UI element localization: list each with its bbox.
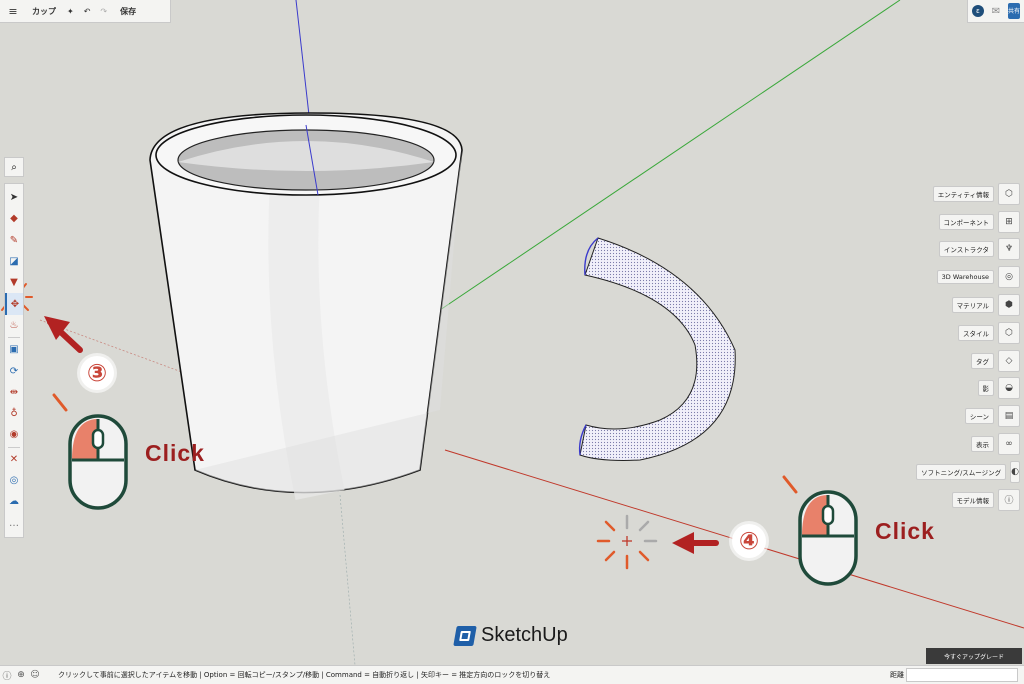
top-right-bar: ε ✉ 共有 (967, 0, 1024, 23)
panel-label-soften: ソフトニング/スムージング (916, 463, 1007, 480)
panel-label-tags: タグ (971, 352, 994, 369)
panel-label-materials: マテリアル (951, 297, 994, 314)
section-icon[interactable]: ◉ (5, 424, 23, 445)
scenes-icon[interactable]: ▤ (998, 405, 1020, 428)
more-icon[interactable]: … (5, 512, 23, 533)
cup-handle[interactable] (579, 237, 736, 461)
search-icon[interactable]: ⌕ (4, 157, 24, 177)
click-label-right: Click (875, 518, 935, 544)
top-toolbar: ≡ カップ ✦ ↶ ↷ 保存 (0, 0, 171, 23)
left-toolbar: ➤ ◆ ✎ ◪ ▼ ✥ ♨ ▣ ⟳ ⇹ ♁ ◉ ✕ ◎ ☁ … (4, 183, 24, 538)
instructor-icon[interactable]: ♆ (998, 238, 1020, 261)
save-button[interactable]: 保存 (112, 0, 144, 22)
zoom-icon[interactable]: ☁ (5, 491, 23, 512)
soften-icon[interactable]: ◐ (1010, 460, 1020, 483)
panel-label-entity-info: エンティティ情報 (932, 185, 994, 202)
materials-icon[interactable]: ⬢ (998, 294, 1020, 317)
move-cursor-burst-right (596, 514, 658, 570)
move-icon[interactable]: ✥ (5, 293, 23, 315)
upgrade-button[interactable]: 今すぐアップグレード (926, 648, 1022, 664)
select-icon[interactable]: ➤ (5, 187, 23, 208)
entity-info-icon[interactable]: ⬡ (998, 182, 1020, 205)
user-icon[interactable]: ☺ (28, 670, 42, 680)
panel-label-components: コンポーネント (938, 213, 994, 230)
mouse-icon-left (52, 393, 128, 510)
avatar[interactable]: ε (971, 5, 984, 17)
distance-input[interactable] (906, 668, 1018, 682)
status-message: クリックして事前に選択したアイテムを移動 | Option = 回転コピー/スタ… (58, 671, 551, 679)
paint-icon[interactable]: ▼ (5, 272, 23, 293)
status-bar: ⓘ ⊕ ☺ クリックして事前に選択したアイテムを移動 | Option = 回転… (0, 665, 1024, 684)
globe-icon[interactable]: ⊕ (14, 670, 28, 680)
hamburger-menu-icon[interactable]: ≡ (0, 0, 26, 22)
pan-icon[interactable]: ◎ (5, 470, 23, 491)
undo-icon[interactable]: ↶ (79, 0, 96, 22)
offset-icon[interactable]: ▣ (5, 339, 23, 360)
eraser-icon[interactable]: ◆ (5, 208, 23, 229)
rotate-icon[interactable]: ⟳ (5, 360, 23, 381)
green-axis-negative (339, 494, 356, 665)
panel-label-scenes: シーン (964, 408, 994, 425)
panel-label-styles: スタイル (958, 324, 994, 341)
redo-icon[interactable]: ↷ (95, 0, 112, 22)
styles-icon[interactable]: ⬡ (998, 321, 1020, 344)
sketchup-logo: SketchUp (453, 624, 568, 647)
scale-icon[interactable]: ⇹ (5, 382, 23, 403)
right-panel: エンティティ情報 ⬡ コンポーネント ⊞ インストラクタ ♆ 3D Warehouse… (916, 180, 1020, 514)
step4-badge: ④ (732, 524, 766, 558)
distance-label: 距離 (890, 671, 904, 679)
push-pull-icon[interactable]: ♨ (5, 315, 23, 336)
panel-label-shadows: 影 (977, 380, 994, 397)
brand-name: SketchUp (481, 624, 568, 646)
arrow-step4-head (672, 532, 694, 554)
mouse-icon-right (782, 475, 858, 586)
panel-label-instructor: インストラクタ (938, 241, 994, 258)
step3-badge: ③ (80, 356, 114, 390)
info-icon[interactable]: ⓘ (998, 488, 1020, 511)
notification-icon[interactable]: ✉ (992, 6, 1000, 17)
share-button[interactable]: 共有 (1008, 3, 1020, 19)
click-label-left: Click (145, 440, 205, 466)
panel-label-3d-warehouse: 3D Warehouse (936, 270, 994, 285)
orbit-icon[interactable]: ✕ (5, 449, 23, 470)
display-icon[interactable]: ∞ (998, 433, 1020, 456)
modeling-viewport[interactable]: ③ ④ Click Click (0, 0, 1024, 665)
sketchup-logo-icon (453, 625, 477, 646)
panel-label-model-info: モデル情報 (951, 491, 994, 508)
warehouse-icon[interactable]: ◎ (998, 266, 1020, 289)
3d-scene[interactable] (0, 0, 1024, 665)
green-axis (439, 0, 901, 311)
components-icon[interactable]: ⊞ (998, 210, 1020, 233)
tape-measure-icon[interactable]: ♁ (5, 403, 23, 424)
model-title[interactable]: カップ (26, 0, 62, 22)
panel-label-display: 表示 (971, 436, 994, 453)
ai-sparkle-icon[interactable]: ✦ (62, 0, 79, 22)
help-icon[interactable]: ⓘ (0, 669, 14, 682)
shadow-icon[interactable]: ◒ (998, 377, 1020, 400)
pencil-icon[interactable]: ✎ (5, 230, 23, 251)
rectangle-icon[interactable]: ◪ (5, 251, 23, 272)
tag-icon[interactable]: ◇ (998, 349, 1020, 372)
